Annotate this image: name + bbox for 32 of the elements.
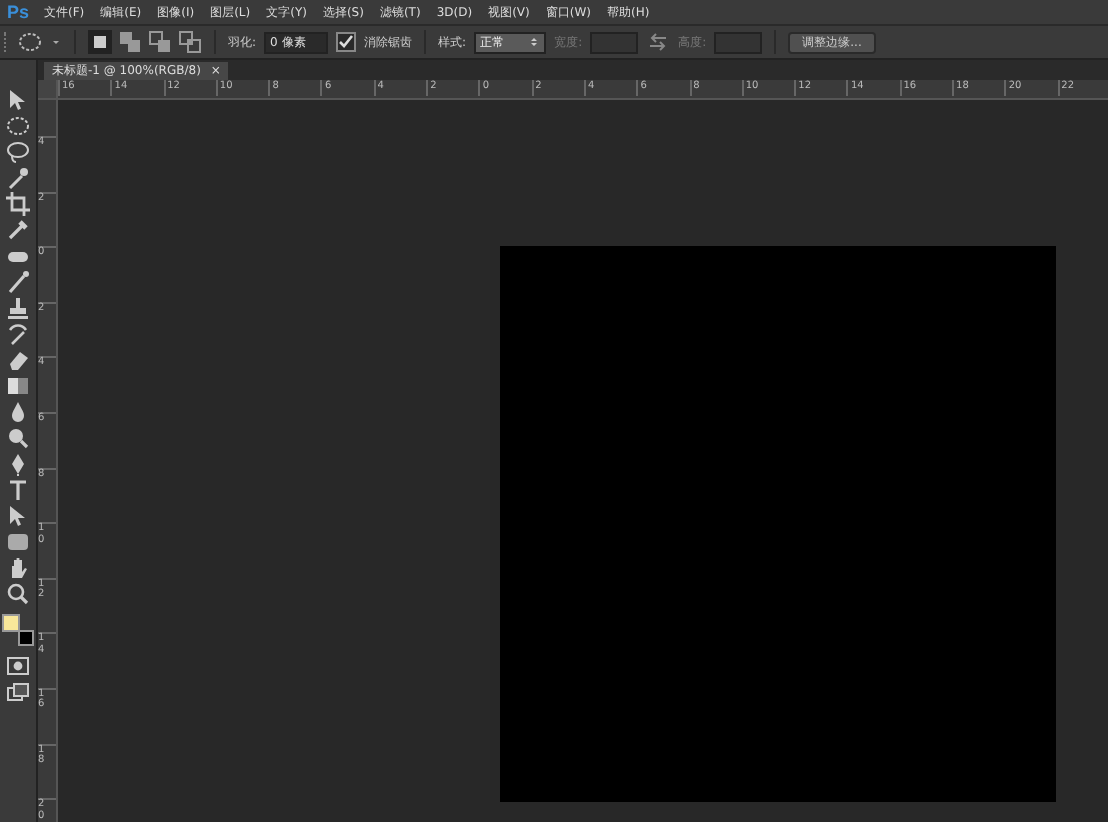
move-arrow-icon[interactable] (6, 88, 30, 112)
shape-icon[interactable] (6, 530, 30, 554)
quick-mask-icon[interactable] (6, 654, 30, 678)
history-brush-icon[interactable] (6, 322, 30, 346)
dashed-ellipse-icon[interactable] (18, 30, 42, 54)
path-arrow-icon[interactable] (6, 504, 30, 528)
text-t-icon[interactable] (6, 478, 30, 502)
square-icon[interactable] (88, 30, 112, 54)
up-down-arrows-icon (528, 34, 541, 50)
screen-mode-icon[interactable] (6, 680, 30, 704)
foreground-color-swatch[interactable] (2, 614, 20, 632)
brush-icon[interactable] (6, 270, 30, 294)
hand-icon[interactable] (6, 556, 30, 580)
app-logo: Ps (4, 2, 31, 22)
eraser-icon[interactable] (6, 348, 30, 372)
checkbox[interactable] (336, 32, 357, 52)
crop-icon[interactable] (6, 192, 30, 216)
background-color-swatch[interactable] (18, 630, 34, 646)
pen-icon[interactable] (6, 452, 30, 476)
swap-arrows-icon[interactable] (646, 30, 671, 54)
overlapping-squares-icon[interactable] (118, 30, 142, 54)
zoom-icon[interactable] (6, 582, 30, 606)
magnifier-tool-icon[interactable] (6, 426, 30, 450)
magic-wand-icon[interactable] (6, 166, 30, 190)
stamp-icon[interactable] (6, 296, 30, 320)
droplet-icon[interactable] (6, 400, 30, 424)
dashed-ellipse-icon[interactable] (6, 114, 30, 138)
lasso-icon[interactable] (6, 140, 30, 164)
eyedropper-icon[interactable] (6, 218, 30, 242)
gradient-icon[interactable] (6, 374, 30, 398)
overlapping-squares-icon[interactable] (178, 30, 202, 54)
overlapping-squares-icon[interactable] (148, 30, 172, 54)
